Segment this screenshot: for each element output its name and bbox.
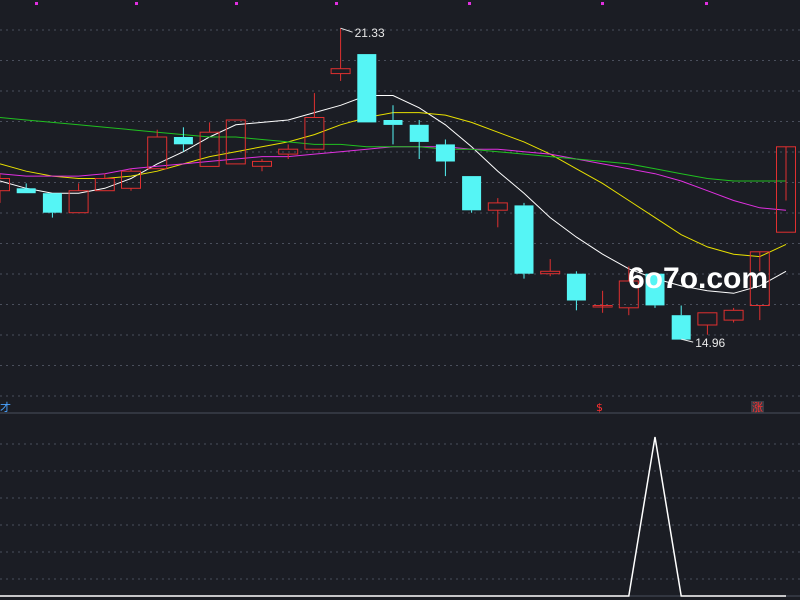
candle: [540, 259, 561, 277]
candle: [514, 202, 534, 279]
signal-marker-sell: $: [596, 401, 603, 414]
price-annotations: 21.33 14.96: [340, 26, 726, 350]
candle: [409, 120, 429, 159]
candle-body-down: [357, 54, 377, 123]
candle-body-down: [514, 205, 534, 274]
candle-body-up: [68, 190, 89, 214]
candle: [199, 122, 220, 167]
candle: [225, 119, 246, 165]
candle-body-down: [42, 193, 62, 213]
candle-body-down: [16, 188, 36, 194]
candle: [42, 193, 62, 218]
candle: [383, 105, 403, 145]
candle: [330, 28, 351, 81]
candle-body-up: [252, 160, 272, 167]
low-price-label: 14.96: [695, 336, 725, 350]
candle: [697, 312, 718, 335]
stock-chart: 21.33 14.96 才 $ 涨 6o7o.com: [0, 0, 800, 600]
high-price-label: 21.33: [355, 26, 385, 40]
candle-body-up: [94, 178, 115, 192]
ma-slow-line: [0, 146, 787, 211]
candle: [357, 54, 377, 123]
candle-body-down: [671, 315, 691, 340]
candle: [252, 159, 272, 172]
candle-body-up: [225, 119, 246, 165]
candle: [776, 146, 796, 233]
watermark: 6o7o.com: [628, 262, 768, 295]
candle-body-down: [383, 120, 403, 125]
candle: [68, 183, 89, 214]
top-dot: [35, 2, 38, 5]
candle-body-up: [330, 68, 351, 75]
candle-body-down: [173, 137, 193, 145]
candle: [435, 139, 455, 177]
candle-body-up: [121, 170, 141, 189]
candle-body-down: [566, 273, 586, 301]
candle: [462, 176, 482, 213]
top-dot: [468, 2, 471, 5]
top-dot: [135, 2, 138, 5]
candle: [16, 183, 36, 194]
candle-body-up: [0, 178, 10, 192]
top-dot: [705, 2, 708, 5]
indicator-line: [0, 436, 786, 597]
top-dot: [235, 2, 238, 5]
candle-body-up: [697, 312, 718, 326]
candle-body-up: [723, 309, 744, 321]
signal-marker-rise: 涨: [752, 401, 763, 414]
top-markers: [35, 2, 708, 5]
candle: [121, 168, 141, 191]
signal-marker-left: 才: [0, 400, 11, 414]
candle-body-down: [409, 124, 429, 142]
candle: [723, 307, 744, 323]
candle-body-down: [435, 144, 455, 162]
candle-body-down: [462, 176, 482, 211]
candle: [592, 290, 613, 313]
candle-body-up: [487, 202, 508, 211]
top-dot: [601, 2, 604, 5]
candle-body-up: [540, 270, 561, 275]
candle: [147, 129, 168, 170]
candle: [671, 305, 691, 340]
chart-canvas: 21.33 14.96 才 $ 涨 6o7o.com: [0, 2, 800, 597]
candle: [0, 173, 10, 203]
top-dot: [335, 2, 338, 5]
